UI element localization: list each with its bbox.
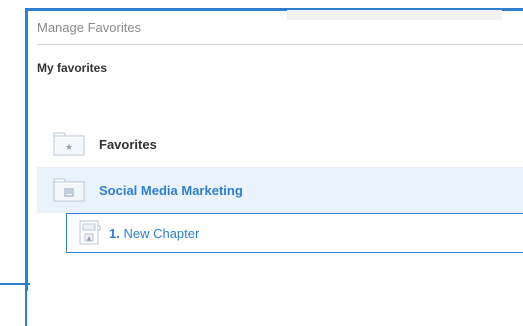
- dialog-title-bar: Manage Favorites: [37, 10, 523, 45]
- chapter-row[interactable]: ▲ 1. New Chapter: [66, 213, 523, 253]
- chapter-number: 1.: [109, 225, 120, 241]
- svg-text:★: ★: [65, 143, 73, 153]
- chapter-label: 1. New Chapter: [109, 226, 199, 241]
- chapter-title: New Chapter: [123, 225, 200, 241]
- favorites-folder-row[interactable]: ★ Favorites: [37, 121, 523, 167]
- social-media-marketing-folder-row[interactable]: Social Media Marketing: [37, 167, 523, 213]
- svg-text:▲: ▲: [87, 235, 92, 242]
- manage-favorites-dialog: Manage Favorites My favorites ★ Favorite…: [25, 8, 523, 291]
- favorites-list: ★ Favorites Social Media Marketing ▲ 1. …: [37, 121, 523, 253]
- favorites-folder-label: Favorites: [99, 136, 157, 152]
- section-heading: My favorites: [37, 61, 108, 75]
- dialog-title: Manage Favorites: [37, 20, 142, 35]
- star-folder-icon: ★: [53, 132, 85, 156]
- social-media-marketing-folder-label: Social Media Marketing: [99, 182, 243, 198]
- stage: Manage Favorites My favorites ★ Favorite…: [0, 0, 523, 326]
- chapter-document-icon: ▲: [79, 220, 101, 246]
- callout-connector-vertical: [25, 283, 27, 326]
- title-tab-shade: [287, 10, 502, 20]
- list-folder-icon: [53, 178, 85, 202]
